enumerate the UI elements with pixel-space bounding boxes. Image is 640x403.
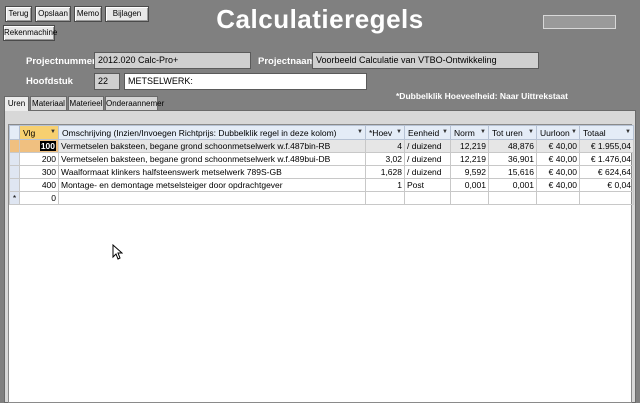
table-row[interactable]: 400 Montage- en demontage metselsteiger … xyxy=(9,178,634,192)
sort-arrow-icon: ▼ xyxy=(357,129,363,135)
calculation-table: Vlg ▼ Omschrijving (Inzien/Invoegen Richt… xyxy=(9,125,634,205)
cell-vlg[interactable]: 100 xyxy=(19,139,59,153)
col-header-totaal[interactable]: Totaal ▼ xyxy=(579,125,634,140)
cell-norm[interactable]: 12,219 xyxy=(450,139,489,153)
sort-arrow-icon: ▼ xyxy=(442,129,448,135)
col-header-hoev[interactable]: *Hoev ▼ xyxy=(365,125,405,140)
cell-hoev[interactable]: 1,628 xyxy=(365,165,405,179)
cell-eenheid[interactable]: / duizend xyxy=(404,165,451,179)
cell-totaal[interactable]: € 624,64 xyxy=(579,165,634,179)
col-header-eenheid[interactable]: Eenheid ▼ xyxy=(404,125,451,140)
col-header-vlg[interactable]: Vlg ▼ xyxy=(19,125,59,140)
cell-eenheid[interactable]: / duizend xyxy=(404,139,451,153)
projectnummer-field[interactable]: 2012.020 Calc-Pro+ xyxy=(94,52,251,69)
cell-omschrijving[interactable]: Waalformaat klinkers halfsteenswerk mets… xyxy=(58,165,366,179)
col-header-omschrijving[interactable]: Omschrijving (Inzien/Invoegen Richtprijs… xyxy=(58,125,366,140)
hint-text: *Dubbelklik Hoeveelheid: Naar Uittreksta… xyxy=(396,91,568,101)
cell-vlg[interactable]: 400 xyxy=(19,178,59,192)
hoofdstuk-name-field[interactable]: METSELWERK: xyxy=(124,73,367,90)
new-row[interactable]: * 0 xyxy=(9,191,634,205)
cell-tot-uren[interactable] xyxy=(488,191,537,205)
cell-norm[interactable]: 12,219 xyxy=(450,152,489,166)
cell-eenheid[interactable]: / duizend xyxy=(404,152,451,166)
cell-tot-uren[interactable]: 36,901 xyxy=(488,152,537,166)
cell-hoev[interactable]: 1 xyxy=(365,178,405,192)
cell-tot-uren[interactable]: 0,001 xyxy=(488,178,537,192)
tab-uren[interactable]: Uren xyxy=(4,96,29,111)
tab-materieel[interactable]: Materieel xyxy=(68,96,104,110)
sort-arrow-icon: ▼ xyxy=(50,129,56,135)
cell-vlg[interactable]: 0 xyxy=(19,191,59,205)
col-header-norm[interactable]: Norm ▼ xyxy=(450,125,489,140)
status-box xyxy=(543,15,616,29)
col-header-tot-uren[interactable]: Tot uren ▼ xyxy=(488,125,537,140)
row-selector[interactable] xyxy=(9,139,20,153)
cell-norm[interactable]: 9,592 xyxy=(450,165,489,179)
cell-uurloon[interactable]: € 40,00 xyxy=(536,152,580,166)
new-row-marker[interactable]: * xyxy=(9,191,20,205)
cell-uurloon[interactable]: € 40,00 xyxy=(536,178,580,192)
projectnummer-label: Projectnummer xyxy=(26,56,96,67)
cell-eenheid[interactable]: Post xyxy=(404,178,451,192)
cell-uurloon[interactable] xyxy=(536,191,580,205)
cell-vlg[interactable]: 300 xyxy=(19,165,59,179)
cell-totaal[interactable]: € 0,04 xyxy=(579,178,634,192)
hoofdstuk-label: Hoofdstuk xyxy=(26,76,73,87)
cell-hoev[interactable]: 4 xyxy=(365,139,405,153)
cell-vlg[interactable]: 200 xyxy=(19,152,59,166)
sort-arrow-icon: ▼ xyxy=(571,129,577,135)
cell-tot-uren[interactable]: 15,616 xyxy=(488,165,537,179)
col-header-uurloon[interactable]: Uurloon ▼ xyxy=(536,125,580,140)
table-header: Vlg ▼ Omschrijving (Inzien/Invoegen Richt… xyxy=(9,125,634,140)
row-selector[interactable] xyxy=(9,178,20,192)
hoofdstuk-number-field[interactable]: 22 xyxy=(94,73,120,90)
cell-tot-uren[interactable]: 48,876 xyxy=(488,139,537,153)
sort-arrow-icon: ▼ xyxy=(396,129,402,135)
row-selector[interactable] xyxy=(9,152,20,166)
cell-omschrijving[interactable] xyxy=(58,191,366,205)
cell-totaal[interactable] xyxy=(579,191,634,205)
sort-arrow-icon: ▼ xyxy=(528,129,534,135)
cell-hoev[interactable]: 3,02 xyxy=(365,152,405,166)
table-row[interactable]: 300 Waalformaat klinkers halfsteenswerk … xyxy=(9,165,634,179)
mouse-pointer-icon xyxy=(112,244,123,260)
cell-norm[interactable] xyxy=(450,191,489,205)
cell-omschrijving[interactable]: Vermetselen baksteen, begane grond schoo… xyxy=(58,152,366,166)
tab-materiaal[interactable]: Materiaal xyxy=(30,96,67,110)
select-all-cell[interactable] xyxy=(9,125,20,140)
cell-eenheid[interactable] xyxy=(404,191,451,205)
cell-totaal[interactable]: € 1.476,04 xyxy=(579,152,634,166)
projectnaam-field[interactable]: Voorbeeld Calculatie van VTBO-Ontwikkeli… xyxy=(312,52,539,69)
projectnaam-label: Projectnaam xyxy=(258,56,316,67)
cell-hoev[interactable] xyxy=(365,191,405,205)
sort-arrow-icon: ▼ xyxy=(625,129,631,135)
cell-totaal[interactable]: € 1.955,04 xyxy=(579,139,634,153)
table-row[interactable]: 100 Vermetselen baksteen, begane grond s… xyxy=(9,139,634,153)
sort-arrow-icon: ▼ xyxy=(480,129,486,135)
cell-uurloon[interactable]: € 40,00 xyxy=(536,139,580,153)
cell-norm[interactable]: 0,001 xyxy=(450,178,489,192)
cell-omschrijving[interactable]: Vermetselen baksteen, begane grond schoo… xyxy=(58,139,366,153)
tab-onderaannemer[interactable]: Onderaannemer xyxy=(105,96,164,110)
table-row[interactable]: 200 Vermetselen baksteen, begane grond s… xyxy=(9,152,634,166)
cell-uurloon[interactable]: € 40,00 xyxy=(536,165,580,179)
row-selector[interactable] xyxy=(9,165,20,179)
cell-omschrijving[interactable]: Montage- en demontage metselsteiger door… xyxy=(58,178,366,192)
calculation-grid: Vlg ▼ Omschrijving (Inzien/Invoegen Richt… xyxy=(8,124,634,403)
